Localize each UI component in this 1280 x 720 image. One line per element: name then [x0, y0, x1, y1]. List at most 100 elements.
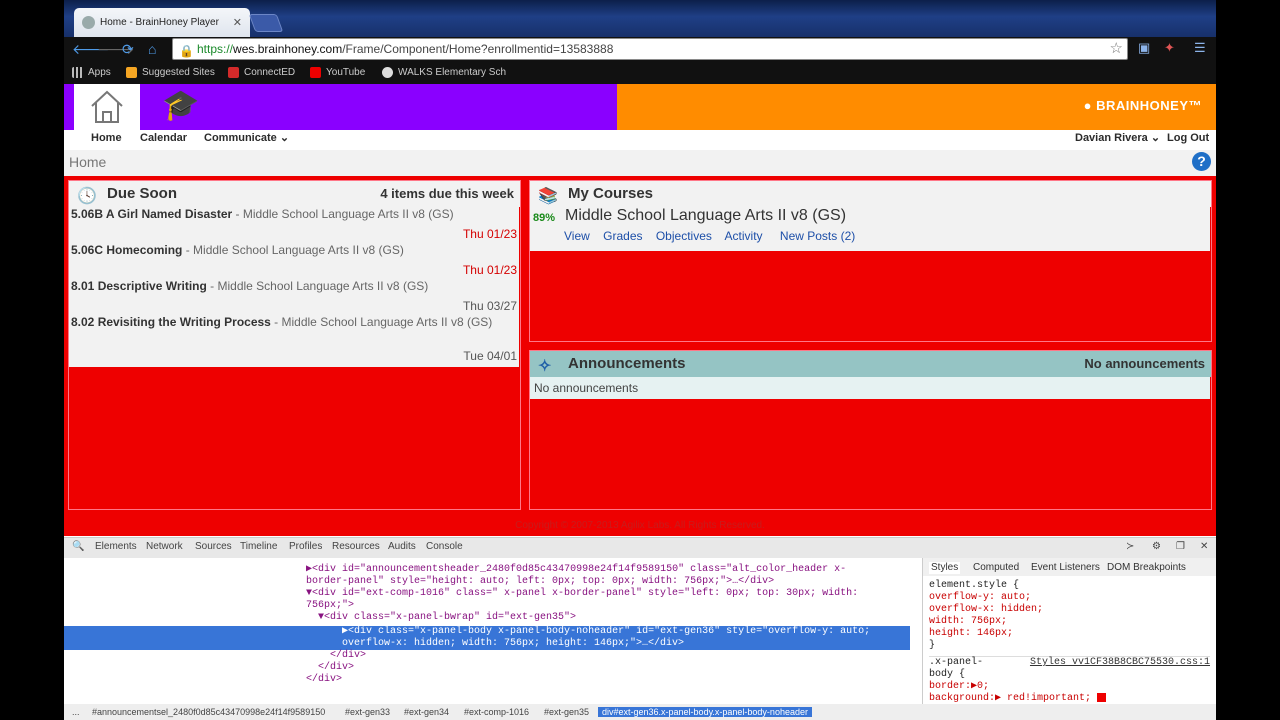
dom-line[interactable]: ▼<div class="x-panel-bwrap" id="ext-gen3…: [294, 612, 576, 624]
styles-tabs: Styles Computed Event Listeners DOM Brea…: [923, 558, 1216, 576]
extension-icon[interactable]: ▣: [1138, 40, 1150, 56]
bookmark-apps[interactable]: Apps: [72, 67, 111, 78]
chevron-down-icon: ⌄: [279, 132, 290, 144]
bookmark-label: WALKS Elementary Sch: [398, 67, 507, 78]
assignment-title[interactable]: 5.06C Homecoming: [71, 243, 182, 257]
address-bar[interactable]: 🔒 https://wes.brainhoney.com/Frame/Compo…: [172, 38, 1128, 60]
course-link-activity[interactable]: Activity: [725, 229, 763, 243]
dom-line[interactable]: ▼<div id="ext-comp-1016" class=" x-panel…: [294, 588, 858, 600]
tab-resources[interactable]: Resources: [332, 541, 380, 552]
course-link-new-posts[interactable]: New Posts (2): [780, 229, 855, 243]
bookmark-youtube[interactable]: YouTube: [310, 67, 365, 78]
crumb-item[interactable]: #announcementsel_2480f0d85c43470998e24f1…: [92, 707, 325, 717]
style-property[interactable]: overflow-y: auto;: [929, 592, 1210, 604]
bookmark-star-icon[interactable]: ☆: [1110, 39, 1123, 59]
crumb-item[interactable]: #ext-gen35: [544, 707, 589, 717]
home-icon[interactable]: ⌂: [148, 41, 156, 57]
tab-event-listeners[interactable]: Event Listeners: [1031, 562, 1100, 574]
crumb-item[interactable]: #ext-comp-1016: [464, 707, 529, 717]
dom-breadcrumbs: ... #announcementsel_2480f0d85c43470998e…: [64, 704, 1216, 720]
tab-styles[interactable]: Styles: [929, 562, 961, 574]
main-menu: Home Calendar Communicate ⌄ Davian River…: [64, 130, 1216, 150]
assignment-title[interactable]: 5.06B A Girl Named Disaster: [71, 207, 232, 221]
dom-line[interactable]: </div>: [294, 662, 354, 674]
dom-line[interactable]: 756px;">: [294, 600, 354, 612]
style-source-link[interactable]: Styles vv1CF38B8CBC75530.css:1: [1030, 657, 1210, 669]
crumb-item-selected[interactable]: div#ext-gen36.x-panel-body.x-panel-body-…: [598, 707, 812, 717]
style-property[interactable]: overflow-x: hidden;: [929, 604, 1210, 616]
course-link-objectives[interactable]: Objectives: [656, 229, 712, 243]
list-item[interactable]: 5.06B A Girl Named Disaster - Middle Sch…: [69, 207, 519, 243]
logout-link[interactable]: Log Out: [1167, 131, 1209, 145]
dom-line-selected[interactable]: ▶<div class="x-panel-body x-panel-body-n…: [64, 626, 910, 650]
close-icon[interactable]: ✕: [1200, 541, 1208, 552]
my-courses-panel: 📚 My Courses 89% Middle School Language …: [529, 180, 1212, 342]
crumb-item[interactable]: #ext-gen34: [404, 707, 449, 717]
menu-calendar[interactable]: Calendar: [140, 131, 187, 145]
dom-line[interactable]: </div>: [294, 674, 342, 686]
dom-line[interactable]: </div>: [294, 650, 366, 662]
menu-home[interactable]: Home: [91, 131, 122, 145]
apps-grid-icon: [72, 67, 83, 78]
list-item[interactable]: 8.01 Descriptive Writing - Middle School…: [69, 279, 519, 315]
style-property[interactable]: width: 756px;: [929, 616, 1210, 628]
course-row: 89% Middle School Language Arts II v8 (G…: [530, 207, 1210, 251]
gear-icon[interactable]: ⚙: [1152, 541, 1161, 552]
assignment-course: - Middle School Language Arts II v8 (GS): [232, 207, 454, 221]
crumb-item[interactable]: ...: [72, 707, 80, 717]
bookmark-label: YouTube: [326, 67, 366, 78]
selected-line-2: overflow-x: hidden; width: 756px; height…: [306, 638, 685, 649]
tab-console[interactable]: Console: [426, 541, 463, 552]
copyright-footer: Copyright © 2007-2013 Agilix Labs. All R…: [515, 520, 765, 531]
assignment-title[interactable]: 8.02 Revisiting the Writing Process: [71, 315, 271, 329]
graduation-cap-icon[interactable]: 🎓: [162, 88, 199, 123]
bookmark-connected[interactable]: ConnectED: [228, 67, 295, 78]
new-tab-button[interactable]: [248, 14, 284, 32]
console-drawer-icon[interactable]: ≻: [1126, 541, 1134, 552]
dom-line[interactable]: ▶<div id="announcementsheader_2480f0d85c…: [294, 564, 846, 576]
course-link-grades[interactable]: Grades: [603, 229, 642, 243]
menu-icon[interactable]: ☰: [1194, 40, 1206, 56]
page-title: Home: [69, 154, 107, 170]
bookmark-label: Apps: [88, 67, 111, 78]
lock-icon: 🔒: [179, 44, 194, 58]
course-link-view[interactable]: View: [564, 229, 590, 243]
devtools-search-icon[interactable]: 🔍: [72, 541, 84, 552]
browser-tab[interactable]: Home - BrainHoney Player ✕: [74, 8, 250, 37]
course-name[interactable]: Middle School Language Arts II v8 (GS): [565, 207, 846, 225]
tab-network[interactable]: Network: [146, 541, 183, 552]
user-menu[interactable]: Davian Rivera ⌄: [1075, 131, 1160, 145]
tab-elements[interactable]: Elements: [95, 541, 137, 552]
bookmark-walks[interactable]: WALKS Elementary Sch: [382, 67, 506, 78]
list-item[interactable]: 8.02 Revisiting the Writing Process - Mi…: [69, 315, 519, 367]
tab-sources[interactable]: Sources: [195, 541, 232, 552]
help-icon[interactable]: ?: [1192, 152, 1211, 171]
assignment-title[interactable]: 8.01 Descriptive Writing: [71, 279, 207, 293]
style-property[interactable]: height: 146px;: [929, 628, 1210, 640]
dock-icon[interactable]: ❐: [1176, 541, 1185, 552]
color-swatch-icon[interactable]: [1097, 693, 1107, 702]
my-courses-title: My Courses: [568, 185, 654, 202]
list-item[interactable]: 5.06C Homecoming - Middle School Languag…: [69, 243, 519, 279]
style-property-background[interactable]: background:▶ red!important;: [929, 693, 1210, 704]
tab-timeline[interactable]: Timeline: [240, 541, 277, 552]
tab-profiles[interactable]: Profiles: [289, 541, 322, 552]
style-property[interactable]: border:▶0;: [929, 681, 1210, 693]
connected-icon: [228, 67, 239, 78]
due-soon-title: Due Soon: [107, 185, 177, 202]
tab-computed[interactable]: Computed: [973, 562, 1019, 574]
close-tab-icon[interactable]: ✕: [233, 16, 242, 29]
announcements-summary: No announcements: [1084, 356, 1205, 371]
tab-dom-breakpoints[interactable]: DOM Breakpoints: [1107, 562, 1186, 574]
brainhoney-app: 🎓 ● BRAINHONEY™ Home Calendar Communicat…: [64, 84, 1216, 536]
home-tile[interactable]: [74, 84, 140, 130]
menu-communicate[interactable]: Communicate ⌄: [204, 131, 289, 145]
reload-icon[interactable]: ⟳: [122, 41, 134, 57]
dom-line[interactable]: border-panel" style="height: auto; left:…: [294, 576, 774, 588]
extension-2-icon[interactable]: ✦: [1164, 40, 1175, 56]
bookmark-suggested[interactable]: Suggested Sites: [126, 67, 215, 78]
tab-title: Home - BrainHoney Player: [100, 17, 219, 28]
tab-strip: Home - BrainHoney Player ✕: [64, 0, 1216, 37]
crumb-item[interactable]: #ext-gen33: [345, 707, 390, 717]
tab-audits[interactable]: Audits: [388, 541, 416, 552]
